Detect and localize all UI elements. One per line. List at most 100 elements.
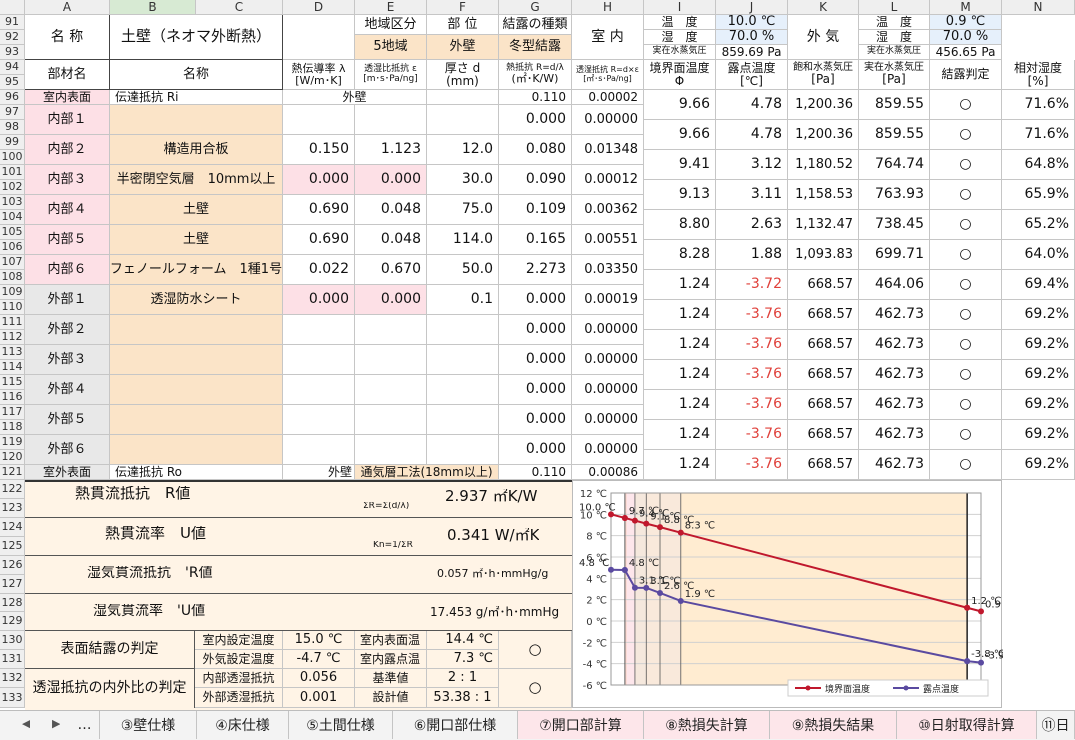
sheet-tab[interactable]: ⑨熱損失結果 <box>770 711 897 739</box>
sheet-tab[interactable]: ⑤土間仕様 <box>289 711 393 739</box>
row-header-105[interactable]: 105 <box>0 225 25 240</box>
column-header-n[interactable]: N <box>1002 0 1075 15</box>
thickness-cell[interactable] <box>427 375 499 405</box>
conductivity-cell[interactable] <box>283 435 355 465</box>
conductivity-cell[interactable] <box>283 105 355 135</box>
row-header-103[interactable]: 103 <box>0 195 25 210</box>
temperature-chart[interactable]: 12 ℃ 10 ℃ 8 ℃ 6 ℃ 4 ℃ 2 ℃ 0 ℃ -2 ℃ -4 ℃ -6 ℃ 10.0 … <box>572 480 1019 708</box>
row-header-122[interactable]: 122 <box>0 480 25 499</box>
thickness-cell[interactable] <box>427 405 499 435</box>
conductivity-cell[interactable]: 0.690 <box>283 225 355 255</box>
row-header-108[interactable]: 108 <box>0 270 25 285</box>
select-all-corner[interactable] <box>0 0 25 15</box>
material-name[interactable]: 半密閉空気層 10mm以上 <box>110 165 283 195</box>
material-name[interactable]: 構造用合板 <box>110 135 283 165</box>
row-header-92[interactable]: 92 <box>0 30 25 45</box>
column-header-h[interactable]: H <box>572 0 644 15</box>
conductivity-cell[interactable]: 0.690 <box>283 195 355 225</box>
material-name[interactable] <box>110 345 283 375</box>
column-header-e[interactable]: E <box>355 0 427 15</box>
material-name[interactable] <box>110 105 283 135</box>
row-header-119[interactable]: 119 <box>0 435 25 450</box>
column-header-i[interactable]: I <box>644 0 716 15</box>
row-header-99[interactable]: 99 <box>0 135 25 150</box>
thickness-cell[interactable] <box>427 435 499 465</box>
row-header-106[interactable]: 106 <box>0 240 25 255</box>
row-header-111[interactable]: 111 <box>0 315 25 330</box>
row-header-100[interactable]: 100 <box>0 150 25 165</box>
column-header-c[interactable]: C <box>196 0 283 15</box>
column-header-m[interactable]: M <box>930 0 1002 15</box>
sheet-tab[interactable]: ⑦開口部計算 <box>518 711 644 739</box>
tab-scroll-right-icon[interactable]: ▶ <box>52 718 60 730</box>
permeance-cell[interactable] <box>355 315 427 345</box>
tab-scroll-left-icon[interactable]: ◀ <box>22 718 30 730</box>
indoor-hum[interactable]: 70.0 % <box>716 30 788 45</box>
conductivity-cell[interactable] <box>283 405 355 435</box>
thickness-cell[interactable]: 114.0 <box>427 225 499 255</box>
column-header-k[interactable]: K <box>788 0 859 15</box>
thickness-cell[interactable]: 12.0 <box>427 135 499 165</box>
row-header-116[interactable]: 116 <box>0 390 25 405</box>
sheet-tab[interactable]: ③壁仕様 <box>100 711 197 739</box>
row-header-129[interactable]: 129 <box>0 612 25 631</box>
thickness-cell[interactable]: 75.0 <box>427 195 499 225</box>
row-header-93[interactable]: 93 <box>0 45 25 60</box>
row-header-110[interactable]: 110 <box>0 300 25 315</box>
material-name[interactable] <box>110 405 283 435</box>
row-header-98[interactable]: 98 <box>0 120 25 135</box>
row-header-96[interactable]: 96 <box>0 90 25 105</box>
row-header-124[interactable]: 124 <box>0 518 25 537</box>
thickness-cell[interactable] <box>427 345 499 375</box>
thickness-cell[interactable]: 50.0 <box>427 255 499 285</box>
part-value[interactable]: 外壁 <box>427 35 499 60</box>
conductivity-cell[interactable]: 0.150 <box>283 135 355 165</box>
column-header-l[interactable]: L <box>859 0 930 15</box>
permeance-cell[interactable] <box>355 345 427 375</box>
outdoor-temp[interactable]: 0.9 ℃ <box>930 15 1002 30</box>
permeance-cell[interactable] <box>355 105 427 135</box>
outdoor-hum[interactable]: 70.0 % <box>930 30 1002 45</box>
material-name[interactable] <box>110 375 283 405</box>
row-header-123[interactable]: 123 <box>0 499 25 518</box>
outdoor-surface-method[interactable]: 通気層工法(18mm以上) <box>355 465 499 480</box>
row-header-127[interactable]: 127 <box>0 575 25 594</box>
permeance-cell[interactable] <box>355 435 427 465</box>
material-name[interactable] <box>110 435 283 465</box>
row-header-114[interactable]: 114 <box>0 360 25 375</box>
permeance-cell[interactable]: 1.123 <box>355 135 427 165</box>
permeance-cell[interactable] <box>355 405 427 435</box>
permeance-cell[interactable]: 0.000 <box>355 285 427 315</box>
permeance-cell[interactable] <box>355 375 427 405</box>
row-header-101[interactable]: 101 <box>0 165 25 180</box>
sheet-tab[interactable]: … <box>70 711 100 739</box>
row-header-113[interactable]: 113 <box>0 345 25 360</box>
thickness-cell[interactable] <box>427 315 499 345</box>
cond-value[interactable]: 冬型結露 <box>499 35 572 60</box>
conductivity-cell[interactable]: 0.022 <box>283 255 355 285</box>
row-header-97[interactable]: 97 <box>0 105 25 120</box>
row-header-91[interactable]: 91 <box>0 15 25 30</box>
conductivity-cell[interactable] <box>283 315 355 345</box>
row-header-125[interactable]: 125 <box>0 537 25 556</box>
sheet-tab[interactable]: ⑥開口部仕様 <box>393 711 518 739</box>
permeance-cell[interactable]: 0.000 <box>355 165 427 195</box>
row-header-118[interactable]: 118 <box>0 420 25 435</box>
row-header-102[interactable]: 102 <box>0 180 25 195</box>
material-name[interactable] <box>110 315 283 345</box>
thickness-cell[interactable] <box>427 105 499 135</box>
row-header-133[interactable]: 133 <box>0 688 25 708</box>
column-header-f[interactable]: F <box>427 0 499 15</box>
conductivity-cell[interactable]: 0.000 <box>283 165 355 195</box>
material-name[interactable]: 透湿防水シート <box>110 285 283 315</box>
row-header-107[interactable]: 107 <box>0 255 25 270</box>
row-header-126[interactable]: 126 <box>0 556 25 575</box>
row-header-109[interactable]: 109 <box>0 285 25 300</box>
row-header-121[interactable]: 121 <box>0 465 25 480</box>
row-header-95[interactable]: 95 <box>0 75 25 90</box>
column-header-g[interactable]: G <box>499 0 572 15</box>
thickness-cell[interactable]: 0.1 <box>427 285 499 315</box>
material-name[interactable]: 土壁 <box>110 195 283 225</box>
conductivity-cell[interactable] <box>283 345 355 375</box>
permeance-cell[interactable]: 0.048 <box>355 195 427 225</box>
